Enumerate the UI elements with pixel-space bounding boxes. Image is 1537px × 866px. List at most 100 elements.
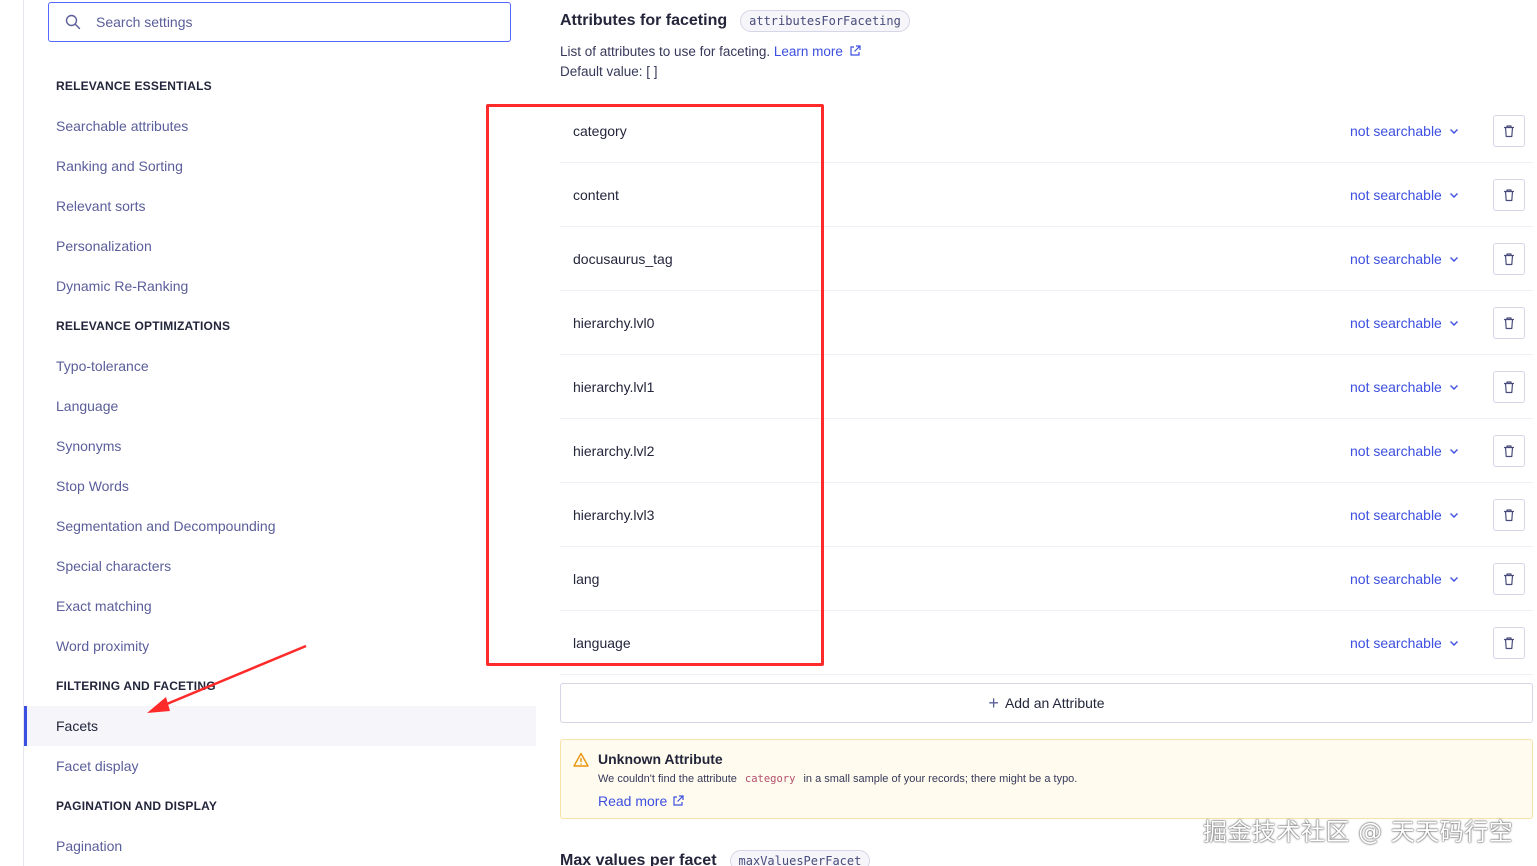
attribute-row: hierarchy.lvl1 not searchable bbox=[560, 355, 1533, 419]
add-attribute-label: Add an Attribute bbox=[1004, 695, 1105, 711]
searchable-mode-dropdown[interactable]: not searchable bbox=[1350, 571, 1459, 587]
warning-text-after: in a small sample of your records; there… bbox=[803, 773, 1078, 785]
trash-icon bbox=[1504, 572, 1514, 585]
section-description: List of attributes to use for faceting. … bbox=[560, 44, 861, 59]
attribute-row: hierarchy.lvl0 not searchable bbox=[560, 291, 1533, 355]
nav-item-pagination[interactable]: Pagination bbox=[24, 826, 536, 866]
delete-attribute-button[interactable] bbox=[1493, 498, 1525, 531]
nav-section-filtering-and-faceting: FILTERING AND FACETING bbox=[56, 679, 216, 693]
nav-item-relevant-sorts[interactable]: Relevant sorts bbox=[24, 186, 536, 226]
chevron-down-icon bbox=[1449, 320, 1458, 326]
searchable-mode-label: not searchable bbox=[1350, 378, 1442, 395]
searchable-mode-label: not searchable bbox=[1350, 442, 1442, 459]
learn-more-link[interactable]: Learn more bbox=[774, 44, 861, 59]
attribute-name: category bbox=[573, 122, 627, 139]
chevron-down-icon bbox=[1449, 448, 1458, 454]
trash-icon bbox=[1504, 444, 1514, 457]
trash-icon bbox=[1504, 316, 1514, 329]
chevron-down-icon bbox=[1449, 192, 1458, 198]
warning-title: Unknown Attribute bbox=[598, 751, 723, 767]
trash-icon bbox=[1504, 124, 1514, 137]
nav-item-facet-display[interactable]: Facet display bbox=[24, 746, 536, 786]
nav-item-language[interactable]: Language bbox=[24, 386, 536, 426]
warning-attribute-code: category bbox=[744, 773, 796, 785]
nav-item-exact-matching[interactable]: Exact matching bbox=[24, 586, 536, 626]
chevron-down-icon bbox=[1449, 512, 1458, 518]
searchable-mode-label: not searchable bbox=[1350, 314, 1442, 331]
delete-attribute-button[interactable] bbox=[1493, 434, 1525, 467]
searchable-mode-dropdown[interactable]: not searchable bbox=[1350, 123, 1459, 139]
nav-item-facets[interactable]: Facets bbox=[24, 706, 536, 746]
attribute-name: hierarchy.lvl0 bbox=[573, 314, 655, 331]
trash-icon bbox=[1504, 380, 1514, 393]
searchable-mode-dropdown[interactable]: not searchable bbox=[1350, 443, 1459, 459]
search-input[interactable] bbox=[96, 14, 476, 30]
searchable-mode-label: not searchable bbox=[1350, 122, 1442, 139]
attribute-name: hierarchy.lvl3 bbox=[573, 506, 655, 523]
next-section-title: Max values per facet bbox=[560, 852, 717, 866]
searchable-mode-dropdown[interactable]: not searchable bbox=[1350, 507, 1459, 523]
delete-attribute-button[interactable] bbox=[1493, 114, 1525, 147]
delete-attribute-button[interactable] bbox=[1493, 370, 1525, 403]
delete-attribute-button[interactable] bbox=[1493, 306, 1525, 339]
attribute-name: content bbox=[573, 186, 619, 203]
nav-section-relevance-optimizations: RELEVANCE OPTIMIZATIONS bbox=[56, 319, 231, 333]
nav-item-stop-words[interactable]: Stop Words bbox=[24, 466, 536, 506]
searchable-mode-dropdown[interactable]: not searchable bbox=[1350, 315, 1459, 331]
settings-nav: RELEVANCE ESSENTIALS Searchable attribute… bbox=[24, 66, 536, 866]
trash-icon bbox=[1504, 636, 1514, 649]
searchable-mode-dropdown[interactable]: not searchable bbox=[1350, 187, 1459, 203]
searchable-mode-label: not searchable bbox=[1350, 634, 1442, 651]
delete-attribute-button[interactable] bbox=[1493, 242, 1525, 275]
searchable-mode-label: not searchable bbox=[1350, 506, 1442, 523]
attribute-name: language bbox=[573, 634, 631, 651]
attribute-row: language not searchable bbox=[560, 611, 1533, 675]
nav-item-searchable-attributes[interactable]: Searchable attributes bbox=[24, 106, 536, 146]
searchable-mode-label: not searchable bbox=[1350, 186, 1442, 203]
searchable-mode-label: not searchable bbox=[1350, 250, 1442, 267]
external-link-icon bbox=[673, 795, 684, 806]
searchable-mode-dropdown[interactable]: not searchable bbox=[1350, 251, 1459, 267]
nav-item-typo-tolerance[interactable]: Typo-tolerance bbox=[24, 346, 536, 386]
nav-item-special-characters[interactable]: Special characters bbox=[24, 546, 536, 586]
nav-item-synonyms[interactable]: Synonyms bbox=[24, 426, 536, 466]
warning-text-before: We couldn't find the attribute bbox=[598, 773, 737, 785]
attribute-name: docusaurus_tag bbox=[573, 250, 673, 267]
warning-text: We couldn't find the attribute category … bbox=[598, 773, 1077, 785]
searchable-mode-dropdown[interactable]: not searchable bbox=[1350, 379, 1459, 395]
nav-item-word-proximity[interactable]: Word proximity bbox=[24, 626, 536, 666]
chevron-down-icon bbox=[1449, 256, 1458, 262]
nav-section-relevance-essentials: RELEVANCE ESSENTIALS bbox=[56, 79, 212, 93]
attribute-name: hierarchy.lvl2 bbox=[573, 442, 655, 459]
nav-item-personalization[interactable]: Personalization bbox=[24, 226, 536, 266]
chevron-down-icon bbox=[1449, 128, 1458, 134]
next-section-header: Max values per facet maxValuesPerFacet bbox=[560, 850, 871, 866]
attribute-row: content not searchable bbox=[560, 163, 1533, 227]
attribute-row: lang not searchable bbox=[560, 547, 1533, 611]
section-header: Attributes for faceting attributesForFac… bbox=[560, 10, 910, 32]
delete-attribute-button[interactable] bbox=[1493, 178, 1525, 211]
attribute-row: docusaurus_tag not searchable bbox=[560, 227, 1533, 291]
attribute-name: lang bbox=[573, 570, 600, 587]
plus-icon: + bbox=[988, 692, 999, 713]
trash-icon bbox=[1504, 188, 1514, 201]
next-setting-code-badge: maxValuesPerFacet bbox=[729, 850, 871, 866]
nav-section-pagination-and-display: PAGINATION AND DISPLAY bbox=[56, 799, 218, 813]
learn-more-label: Learn more bbox=[773, 44, 843, 59]
description-text: List of attributes to use for faceting. bbox=[560, 44, 771, 59]
delete-attribute-button[interactable] bbox=[1493, 626, 1525, 659]
search-settings-box[interactable] bbox=[48, 2, 511, 42]
nav-item-dynamic-re-ranking[interactable]: Dynamic Re-Ranking bbox=[24, 266, 536, 306]
read-more-label: Read more bbox=[598, 793, 668, 809]
nav-item-ranking-and-sorting[interactable]: Ranking and Sorting bbox=[24, 146, 536, 186]
warning-triangle-icon bbox=[573, 752, 589, 767]
chevron-down-icon bbox=[1449, 640, 1458, 646]
nav-item-segmentation-and-decompounding[interactable]: Segmentation and Decompounding bbox=[24, 506, 536, 546]
trash-icon bbox=[1504, 508, 1514, 521]
searchable-mode-dropdown[interactable]: not searchable bbox=[1350, 635, 1459, 651]
delete-attribute-button[interactable] bbox=[1493, 562, 1525, 595]
attribute-name: hierarchy.lvl1 bbox=[573, 378, 655, 395]
add-attribute-button[interactable]: + Add an Attribute bbox=[560, 683, 1533, 723]
attribute-row: hierarchy.lvl2 not searchable bbox=[560, 419, 1533, 483]
read-more-link[interactable]: Read more bbox=[598, 793, 684, 809]
